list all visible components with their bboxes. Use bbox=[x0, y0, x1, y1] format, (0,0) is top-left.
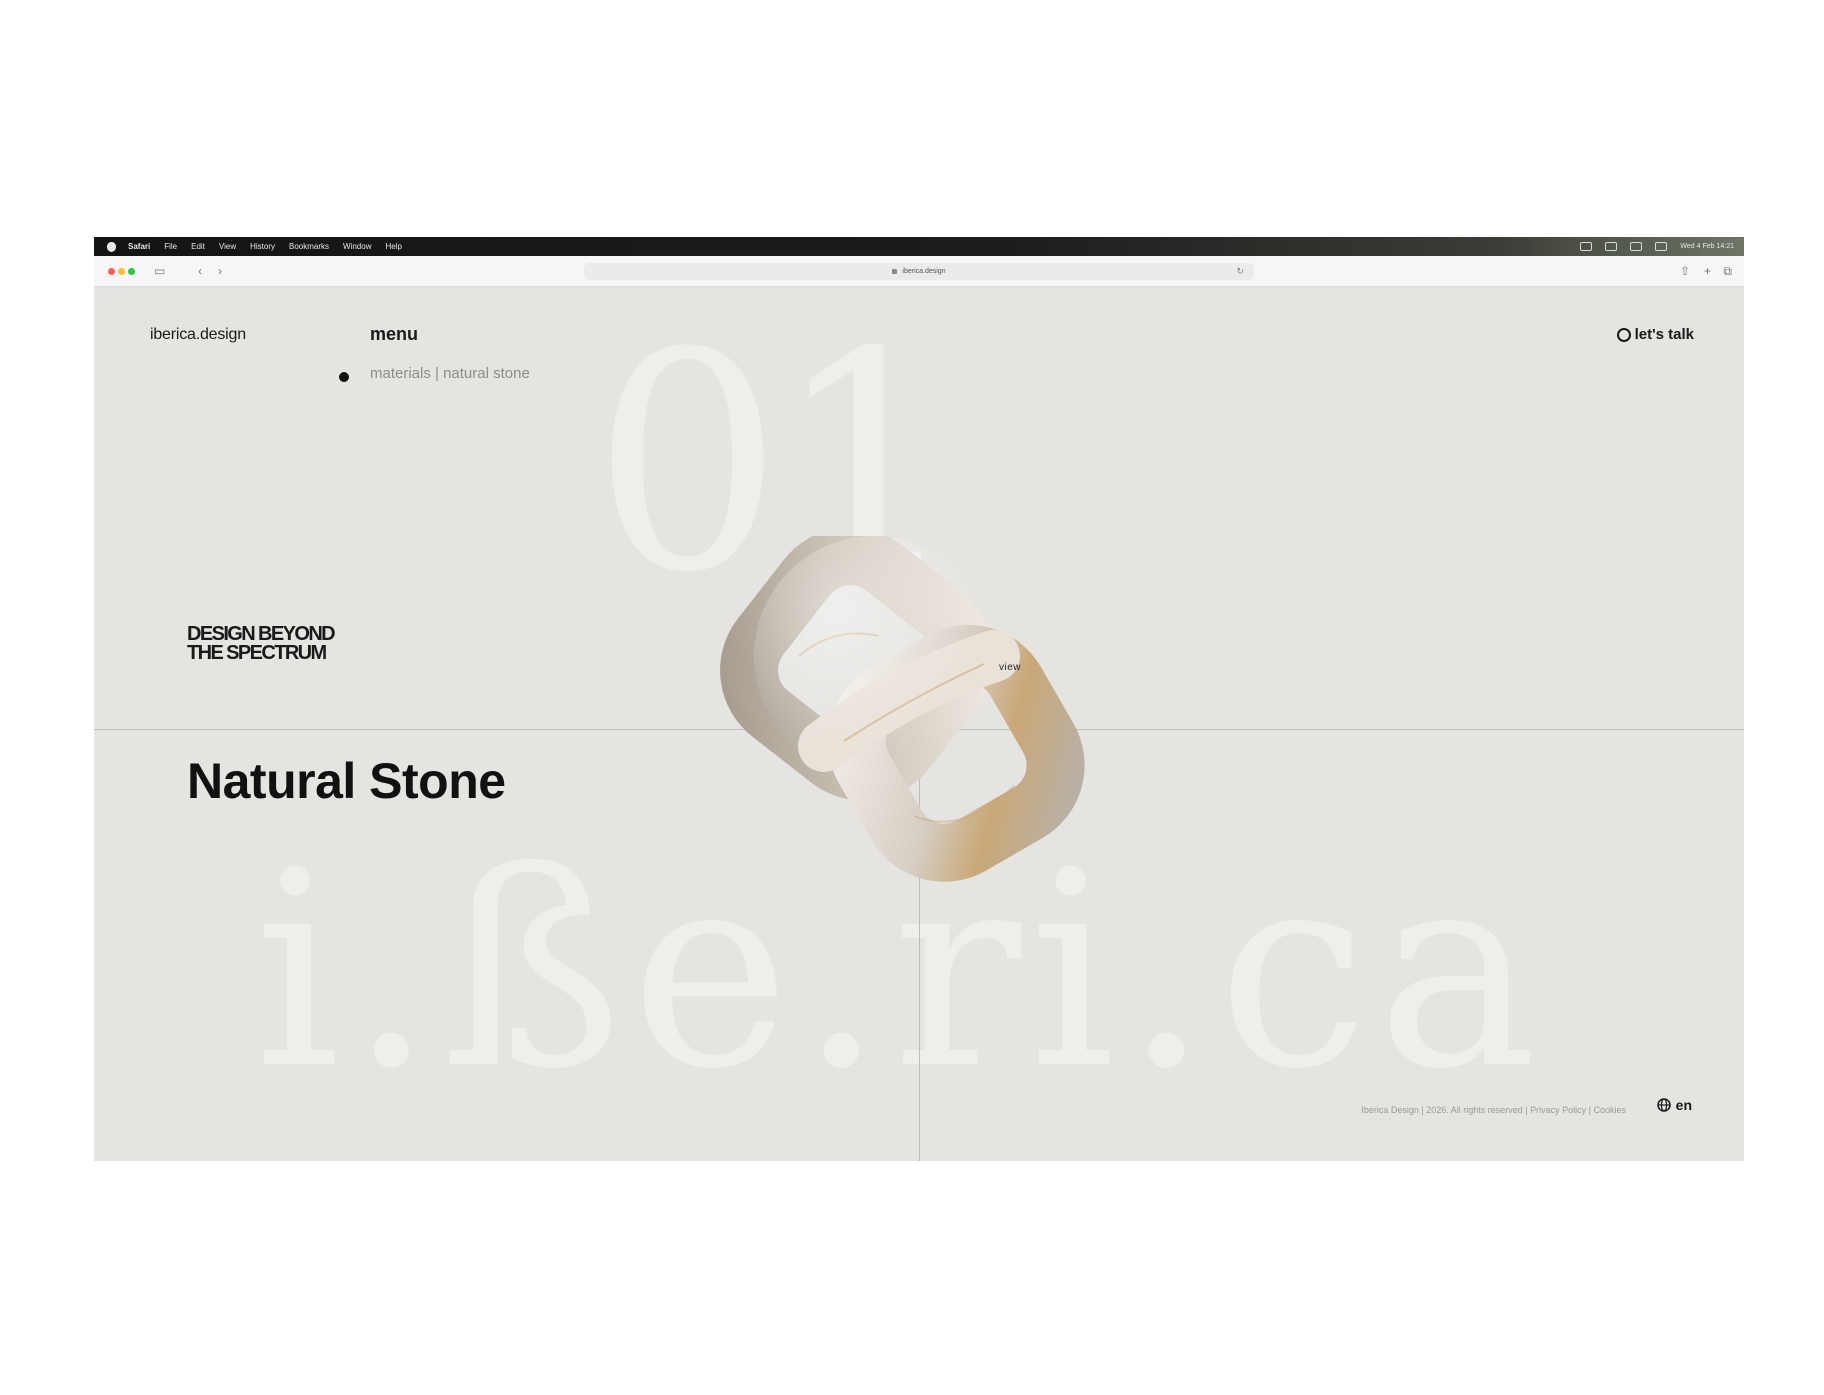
share-icon[interactable]: ⇧ bbox=[1680, 264, 1690, 278]
menu-history[interactable]: History bbox=[250, 242, 275, 251]
minimize-window-button[interactable] bbox=[118, 268, 125, 275]
site-logo[interactable]: iberica.design bbox=[150, 326, 246, 344]
control-center-icon[interactable] bbox=[1655, 242, 1668, 251]
browser-toolbar: ▭ ‹ › iberica.design ↻ ⇧ + ⧉ bbox=[94, 256, 1744, 287]
close-window-button[interactable] bbox=[108, 268, 115, 275]
menu-help[interactable]: Help bbox=[385, 242, 401, 251]
page-title: Natural Stone bbox=[187, 753, 506, 809]
back-arrow-icon[interactable]: ‹ bbox=[198, 264, 202, 278]
tab-overview-icon[interactable]: ⧉ bbox=[1723, 264, 1732, 278]
menu-edit[interactable]: Edit bbox=[191, 242, 205, 251]
stone-knot-sculpture[interactable] bbox=[704, 536, 1124, 916]
tagline: DESIGN BEYOND THE SPECTRUM bbox=[187, 623, 336, 664]
sidebar-toggle-icon[interactable]: ▭ bbox=[154, 264, 165, 278]
forward-arrow-icon[interactable]: › bbox=[218, 264, 222, 278]
reload-icon[interactable]: ↻ bbox=[1236, 263, 1244, 280]
menu-window[interactable]: Window bbox=[343, 242, 371, 251]
lock-icon bbox=[892, 268, 898, 274]
breadcrumb[interactable]: materials | natural stone bbox=[370, 365, 530, 382]
address-bar[interactable]: iberica.design ↻ bbox=[584, 263, 1254, 280]
footer-legal[interactable]: Iberica Design | 2026. All rights reserv… bbox=[1361, 1105, 1626, 1115]
language-label: en bbox=[1675, 1097, 1692, 1113]
globe-icon bbox=[1656, 1098, 1671, 1112]
wifi-icon[interactable] bbox=[1605, 242, 1618, 251]
breadcrumb-dot-icon bbox=[339, 372, 349, 382]
battery-icon[interactable] bbox=[1580, 242, 1593, 251]
menu-file[interactable]: File bbox=[164, 242, 177, 251]
circle-icon bbox=[1616, 327, 1631, 342]
lets-talk-label: let's talk bbox=[1634, 326, 1694, 343]
screen: Safari File Edit View History Bookmarks … bbox=[94, 237, 1744, 1161]
macos-menu-bar: Safari File Edit View History Bookmarks … bbox=[94, 237, 1744, 256]
apple-icon[interactable] bbox=[107, 241, 116, 252]
menu-view[interactable]: View bbox=[219, 242, 236, 251]
url-text: iberica.design bbox=[902, 268, 946, 275]
menu-button[interactable]: menu bbox=[370, 324, 418, 345]
status-area: Wed 4 Feb 14:21 bbox=[1580, 237, 1734, 256]
search-icon[interactable] bbox=[1630, 242, 1643, 251]
menu-bookmarks[interactable]: Bookmarks bbox=[289, 242, 329, 251]
webpage: 01 i.ße.ri.ca iberica.design menu materi… bbox=[94, 286, 1744, 1161]
language-switcher[interactable]: en bbox=[1656, 1097, 1692, 1113]
menu-clock[interactable]: Wed 4 Feb 14:21 bbox=[1680, 243, 1734, 250]
fullscreen-window-button[interactable] bbox=[128, 268, 135, 275]
view-label[interactable]: view bbox=[999, 662, 1021, 673]
lets-talk-button[interactable]: let's talk bbox=[1616, 326, 1694, 343]
menu-app-name[interactable]: Safari bbox=[128, 242, 150, 251]
new-tab-icon[interactable]: + bbox=[1704, 264, 1711, 278]
